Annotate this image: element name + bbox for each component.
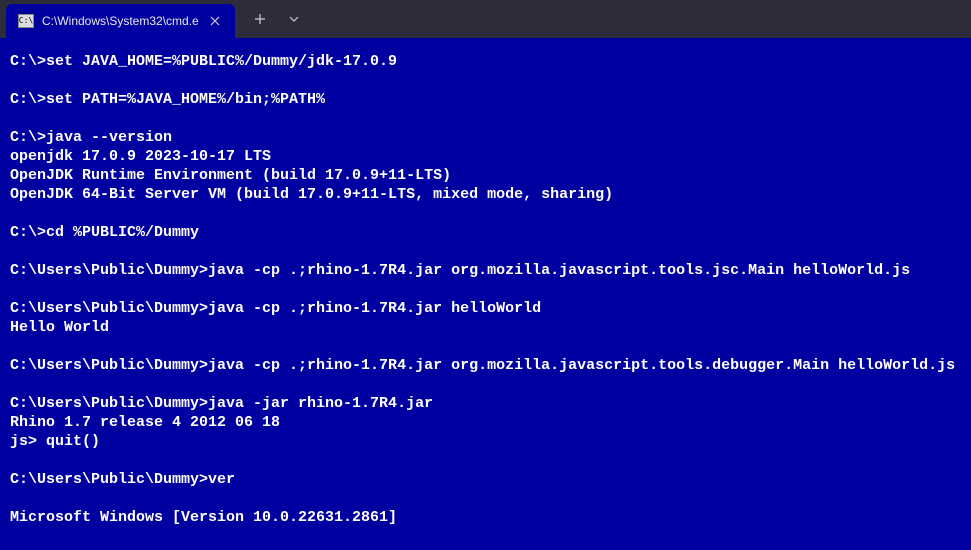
close-icon <box>210 16 220 26</box>
terminal-line: C:\Users\Public\Dummy>ver <box>10 470 961 489</box>
terminal-line <box>10 375 961 394</box>
terminal-line: C:\Users\Public\Dummy>java -cp .;rhino-1… <box>10 299 961 318</box>
new-tab-button[interactable] <box>245 4 275 34</box>
terminal-line <box>10 280 961 299</box>
terminal-line <box>10 71 961 90</box>
terminal-line: C:\Users\Public\Dummy>java -cp .;rhino-1… <box>10 356 961 375</box>
terminal-line: OpenJDK Runtime Environment (build 17.0.… <box>10 166 961 185</box>
terminal-line: C:\Users\Public\Dummy>java -jar rhino-1.… <box>10 394 961 413</box>
cmd-icon: C:\ <box>18 14 34 28</box>
terminal-line <box>10 337 961 356</box>
terminal-line: C:\Users\Public\Dummy>java -cp .;rhino-1… <box>10 261 961 280</box>
terminal-line: OpenJDK 64-Bit Server VM (build 17.0.9+1… <box>10 185 961 204</box>
terminal-line <box>10 451 961 470</box>
titlebar: C:\ C:\Windows\System32\cmd.e <box>0 0 971 38</box>
terminal-line: js> quit() <box>10 432 961 451</box>
tab-title: C:\Windows\System32\cmd.e <box>42 14 199 28</box>
terminal-line: C:\>java --version <box>10 128 961 147</box>
terminal-line: C:\>set JAVA_HOME=%PUBLIC%/Dummy/jdk-17.… <box>10 52 961 71</box>
terminal-line: openjdk 17.0.9 2023-10-17 LTS <box>10 147 961 166</box>
terminal-line: C:\>cd %PUBLIC%/Dummy <box>10 223 961 242</box>
terminal-line <box>10 242 961 261</box>
terminal-window: C:\ C:\Windows\System32\cmd.e C:\>set JA… <box>0 0 971 550</box>
terminal-line: Hello World <box>10 318 961 337</box>
terminal-line: C:\>set PATH=%JAVA_HOME%/bin;%PATH% <box>10 90 961 109</box>
titlebar-controls <box>235 0 319 38</box>
tab-cmd[interactable]: C:\ C:\Windows\System32\cmd.e <box>6 4 235 38</box>
terminal-body[interactable]: C:\>set JAVA_HOME=%PUBLIC%/Dummy/jdk-17.… <box>0 38 971 550</box>
tab-dropdown-button[interactable] <box>279 4 309 34</box>
chevron-down-icon <box>288 13 300 25</box>
terminal-line <box>10 109 961 128</box>
close-tab-button[interactable] <box>207 13 223 29</box>
terminal-line: Microsoft Windows [Version 10.0.22631.28… <box>10 508 961 527</box>
terminal-line <box>10 204 961 223</box>
terminal-line: Rhino 1.7 release 4 2012 06 18 <box>10 413 961 432</box>
terminal-line <box>10 489 961 508</box>
plus-icon <box>254 13 266 25</box>
